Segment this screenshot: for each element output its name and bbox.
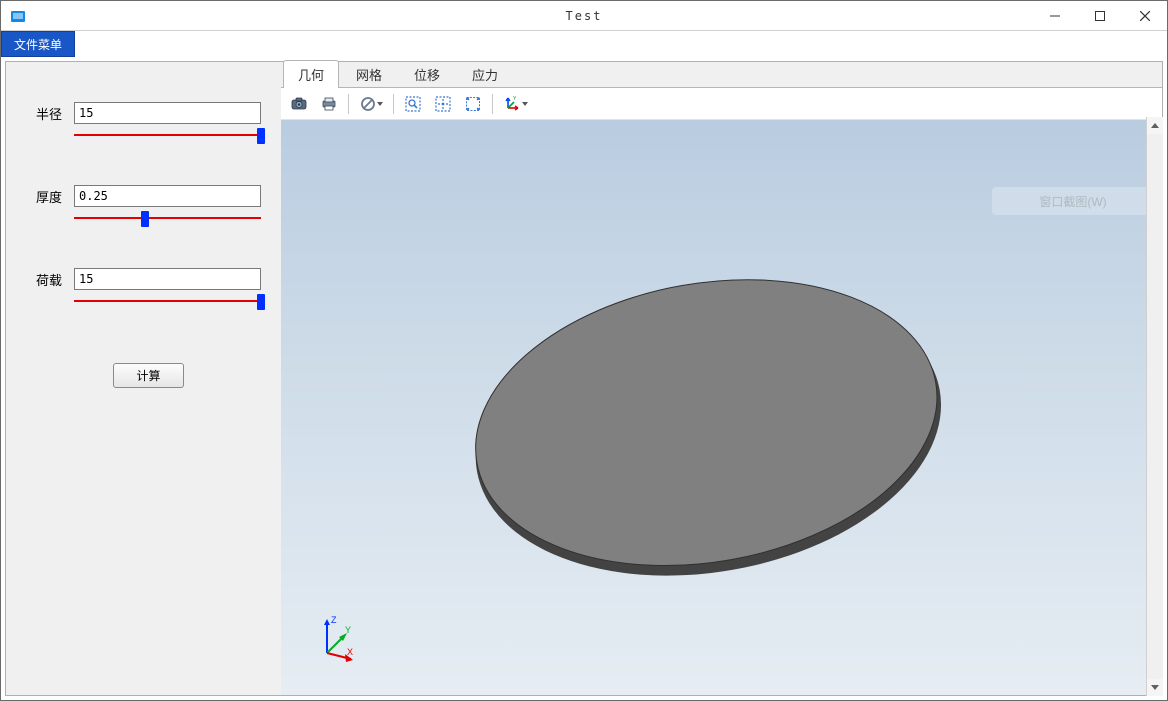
main-panel: 半径 厚度 bbox=[5, 61, 1163, 696]
view-toolbar: Y bbox=[281, 88, 1162, 120]
slider-track bbox=[74, 217, 261, 219]
radius-slider[interactable] bbox=[74, 130, 261, 140]
param-radius: 半径 bbox=[36, 102, 261, 140]
axis-triad: Z Y X bbox=[313, 611, 365, 663]
pan-arrows-icon[interactable] bbox=[459, 91, 487, 117]
thickness-input[interactable] bbox=[74, 185, 261, 207]
forbid-icon[interactable] bbox=[354, 91, 388, 117]
slider-track bbox=[74, 300, 261, 302]
body-area: 半径 厚度 bbox=[1, 57, 1167, 700]
scroll-down-button[interactable] bbox=[1147, 679, 1163, 696]
vertical-scrollbar[interactable] bbox=[1146, 117, 1163, 696]
scroll-up-button[interactable] bbox=[1147, 117, 1163, 134]
svg-text:Y: Y bbox=[513, 96, 517, 102]
slider-thumb[interactable] bbox=[141, 211, 149, 227]
side-panel: 半径 厚度 bbox=[6, 62, 281, 695]
viewport-3d[interactable]: 窗口截图(W) Z Y X bbox=[281, 120, 1162, 695]
tab-geometry[interactable]: 几何 bbox=[283, 60, 339, 88]
radius-label: 半径 bbox=[36, 104, 74, 123]
app-window: Test 文件菜单 半径 bbox=[0, 0, 1168, 701]
load-label: 荷载 bbox=[36, 270, 74, 289]
calculate-button[interactable]: 计算 bbox=[113, 363, 183, 388]
close-button[interactable] bbox=[1122, 1, 1167, 31]
tab-mesh[interactable]: 网格 bbox=[341, 60, 397, 88]
axes-icon[interactable]: Y bbox=[498, 91, 532, 117]
menu-bar: 文件菜单 bbox=[1, 31, 1167, 57]
zoom-rect-icon[interactable] bbox=[399, 91, 427, 117]
toolbar-separator bbox=[492, 94, 493, 114]
slider-track bbox=[74, 134, 261, 136]
tab-strip: 几何 网格 位移 应力 bbox=[281, 62, 1162, 88]
file-menu[interactable]: 文件菜单 bbox=[1, 31, 75, 57]
thickness-slider[interactable] bbox=[74, 213, 261, 223]
title-bar: Test bbox=[1, 1, 1167, 31]
maximize-button[interactable] bbox=[1077, 1, 1122, 31]
param-thickness: 厚度 bbox=[36, 185, 261, 223]
slider-thumb[interactable] bbox=[257, 128, 265, 144]
print-icon[interactable] bbox=[315, 91, 343, 117]
window-title: Test bbox=[566, 9, 603, 23]
param-load: 荷载 bbox=[36, 268, 261, 306]
thickness-label: 厚度 bbox=[36, 187, 74, 206]
triad-y-label: Y bbox=[345, 625, 351, 635]
fit-icon[interactable] bbox=[429, 91, 457, 117]
hint-label: 窗口截图(W) bbox=[1039, 193, 1106, 210]
chevron-down-icon bbox=[377, 102, 383, 106]
toolbar-separator bbox=[393, 94, 394, 114]
window-controls bbox=[1032, 1, 1167, 31]
hint-badge: 窗口截图(W) bbox=[992, 187, 1154, 215]
load-slider[interactable] bbox=[74, 296, 261, 306]
view-panel: 几何 网格 位移 应力 bbox=[281, 62, 1162, 695]
triad-z-label: Z bbox=[331, 615, 337, 625]
camera-icon[interactable] bbox=[285, 91, 313, 117]
tab-stress[interactable]: 应力 bbox=[457, 60, 513, 88]
app-icon bbox=[9, 7, 27, 25]
load-input[interactable] bbox=[74, 268, 261, 290]
tab-displacement[interactable]: 位移 bbox=[399, 60, 455, 88]
chevron-down-icon bbox=[522, 102, 528, 106]
triad-x-label: X bbox=[347, 647, 353, 657]
slider-thumb[interactable] bbox=[257, 294, 265, 310]
radius-input[interactable] bbox=[74, 102, 261, 124]
toolbar-separator bbox=[348, 94, 349, 114]
minimize-button[interactable] bbox=[1032, 1, 1077, 31]
